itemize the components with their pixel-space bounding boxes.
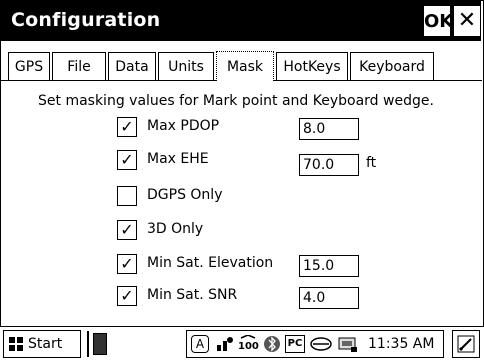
title-bar: Configuration OK ✕ bbox=[1, 1, 481, 41]
3d-only-checkbox[interactable]: ✓ bbox=[117, 220, 137, 240]
max-pdop-field[interactable]: 8.0 bbox=[299, 118, 359, 140]
close-button[interactable]: ✕ bbox=[453, 5, 481, 37]
tab-mask[interactable]: Mask bbox=[216, 51, 274, 81]
bluetooth-icon[interactable] bbox=[263, 335, 281, 353]
min-sat-elevation-label: Min Sat. Elevation bbox=[147, 255, 274, 271]
tab-units[interactable]: Units bbox=[158, 52, 214, 80]
dgps-only-checkbox[interactable] bbox=[117, 186, 137, 206]
system-tray: A 100 PC 11:35 AM bbox=[186, 330, 444, 358]
pc-icon[interactable]: PC bbox=[285, 335, 305, 353]
3d-only-label: 3D Only bbox=[147, 221, 204, 237]
input-a-icon[interactable]: A bbox=[191, 335, 209, 353]
max-ehe-unit: ft bbox=[366, 155, 377, 171]
max-pdop-label: Max PDOP bbox=[147, 118, 220, 134]
min-sat-snr-field[interactable]: 4.0 bbox=[299, 287, 359, 309]
min-sat-snr-label: Min Sat. SNR bbox=[147, 287, 238, 303]
start-flag-icon bbox=[9, 337, 23, 351]
window-title: Configuration bbox=[11, 9, 161, 31]
min-sat-elevation-checkbox[interactable]: ✓ bbox=[117, 254, 137, 274]
connection-icon[interactable] bbox=[309, 336, 333, 352]
start-label: Start bbox=[28, 336, 63, 352]
max-ehe-field[interactable]: 70.0 bbox=[299, 154, 359, 176]
tab-gps[interactable]: GPS bbox=[8, 52, 50, 80]
max-ehe-label: Max EHE bbox=[147, 151, 209, 167]
mask-description: Set masking values for Mark point and Ke… bbox=[38, 93, 434, 109]
taskbar: Start A 100 PC 11:35 AM bbox=[0, 327, 484, 362]
gps-100-icon[interactable]: 100 bbox=[237, 335, 259, 353]
tab-hotkeys[interactable]: HotKeys bbox=[276, 52, 348, 80]
clock[interactable]: 11:35 AM bbox=[368, 336, 434, 352]
app-icon[interactable] bbox=[93, 333, 107, 355]
tab-data[interactable]: Data bbox=[108, 52, 156, 80]
max-ehe-checkbox[interactable]: ✓ bbox=[117, 150, 137, 170]
svg-text:100: 100 bbox=[238, 341, 259, 352]
start-button[interactable]: Start bbox=[3, 330, 81, 358]
tab-keyboard[interactable]: Keyboard bbox=[350, 52, 434, 80]
min-sat-snr-checkbox[interactable]: ✓ bbox=[117, 286, 137, 306]
tab-file[interactable]: File bbox=[52, 52, 106, 80]
keyboard-icon[interactable] bbox=[337, 335, 359, 353]
ok-button[interactable]: OK bbox=[423, 5, 453, 37]
network-icon[interactable] bbox=[215, 336, 235, 352]
taskbar-separator bbox=[87, 331, 89, 357]
min-sat-elevation-field[interactable]: 15.0 bbox=[299, 255, 359, 277]
max-pdop-checkbox[interactable]: ✓ bbox=[117, 117, 137, 137]
dgps-only-label: DGPS Only bbox=[147, 187, 223, 203]
sip-pen-icon[interactable] bbox=[452, 330, 480, 358]
